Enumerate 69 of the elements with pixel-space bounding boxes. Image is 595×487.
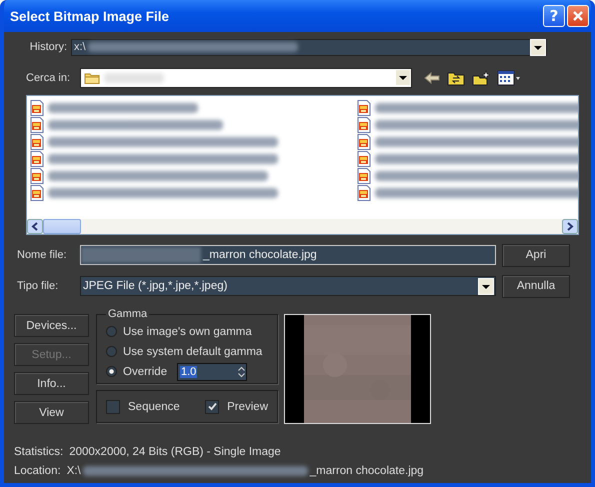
file-name-label: Nome file:: [16, 249, 68, 261]
horizontal-scrollbar[interactable]: [27, 219, 578, 234]
file-item[interactable]: [357, 150, 578, 167]
dropdown-button[interactable]: [530, 38, 546, 56]
checkbox-label: Preview: [227, 400, 268, 412]
new-folder-icon[interactable]: [472, 70, 490, 86]
radio-label: Override: [123, 366, 168, 378]
radio-button[interactable]: [106, 366, 117, 377]
location-label: Location:: [14, 464, 61, 476]
scroll-right-button[interactable]: [562, 219, 578, 234]
file-item[interactable]: [357, 116, 578, 133]
image-file-icon: [357, 100, 371, 116]
radio-label: Use image's own gamma: [123, 326, 252, 338]
folder-icon: [84, 71, 100, 84]
checkbox[interactable]: [106, 400, 120, 414]
history-combo[interactable]: x:\: [71, 38, 547, 56]
image-file-icon: [357, 168, 371, 184]
radio-label: Use system default gamma: [123, 346, 262, 358]
scroll-left-button[interactable]: [27, 219, 43, 234]
close-button[interactable]: [567, 5, 589, 27]
file-type-label: Tipo file:: [16, 280, 60, 292]
statistics-value: 2000x2000, 24 Bits (RGB) - Single Image: [69, 446, 281, 458]
image-file-icon: [357, 116, 371, 132]
radio-button[interactable]: [106, 346, 117, 357]
cancel-button[interactable]: Annulla: [502, 274, 570, 298]
spinner-value: 1.0: [180, 366, 198, 378]
dropdown-button[interactable]: [395, 69, 411, 86]
group-title: Gamma: [106, 308, 150, 320]
checkbox[interactable]: [205, 400, 220, 414]
checkbox-label: Sequence: [128, 400, 180, 412]
image-file-icon: [30, 168, 44, 184]
view-menu-icon[interactable]: [497, 70, 521, 86]
image-file-icon: [30, 184, 44, 200]
file-item[interactable]: [357, 133, 578, 150]
side-button[interactable]: View: [14, 401, 89, 424]
scroll-thumb[interactable]: [43, 219, 81, 234]
file-name-field[interactable]: _marron chocolate.jpg: [80, 245, 496, 265]
file-name-value: _marron chocolate.jpg: [202, 249, 317, 261]
image-file-icon: [357, 184, 371, 200]
look-in-label: Cerca in:: [25, 72, 72, 84]
spin-arrows-icon[interactable]: [237, 364, 246, 378]
look-in-combo[interactable]: [80, 68, 412, 88]
file-type-value: JPEG File (*.jpg,*.jpe,*.jpeg): [82, 280, 228, 292]
gamma-spinner[interactable]: 1.0: [177, 362, 247, 380]
history-label: History:: [28, 41, 67, 53]
file-type-combo[interactable]: JPEG File (*.jpg,*.jpe,*.jpeg): [80, 276, 496, 296]
image-file-icon: [30, 150, 44, 166]
image-file-icon: [357, 134, 371, 150]
help-button[interactable]: ?: [543, 5, 565, 27]
open-button[interactable]: Apri: [502, 244, 570, 266]
statistics-label: Statistics:: [14, 446, 64, 458]
dropdown-button[interactable]: [478, 278, 494, 294]
image-file-icon: [357, 150, 371, 166]
image-file-icon: [30, 116, 44, 132]
close-icon: [572, 10, 584, 22]
file-item[interactable]: [357, 184, 578, 201]
back-arrow-icon[interactable]: [424, 70, 440, 84]
file-name-text: _marron chocolate.jpg: [310, 464, 424, 476]
path-prefix: X:\: [66, 464, 81, 476]
redacted-text: [104, 72, 164, 82]
radio-button[interactable]: [106, 326, 117, 337]
image-file-icon: [30, 134, 44, 150]
file-item[interactable]: [357, 99, 578, 116]
file-item[interactable]: [357, 167, 578, 184]
side-button[interactable]: Devices...: [14, 314, 89, 337]
side-button[interactable]: Info...: [14, 372, 89, 395]
window-title: Select Bitmap Image File: [10, 8, 170, 24]
image-file-icon: [30, 100, 44, 116]
history-value: x:\: [73, 41, 87, 53]
